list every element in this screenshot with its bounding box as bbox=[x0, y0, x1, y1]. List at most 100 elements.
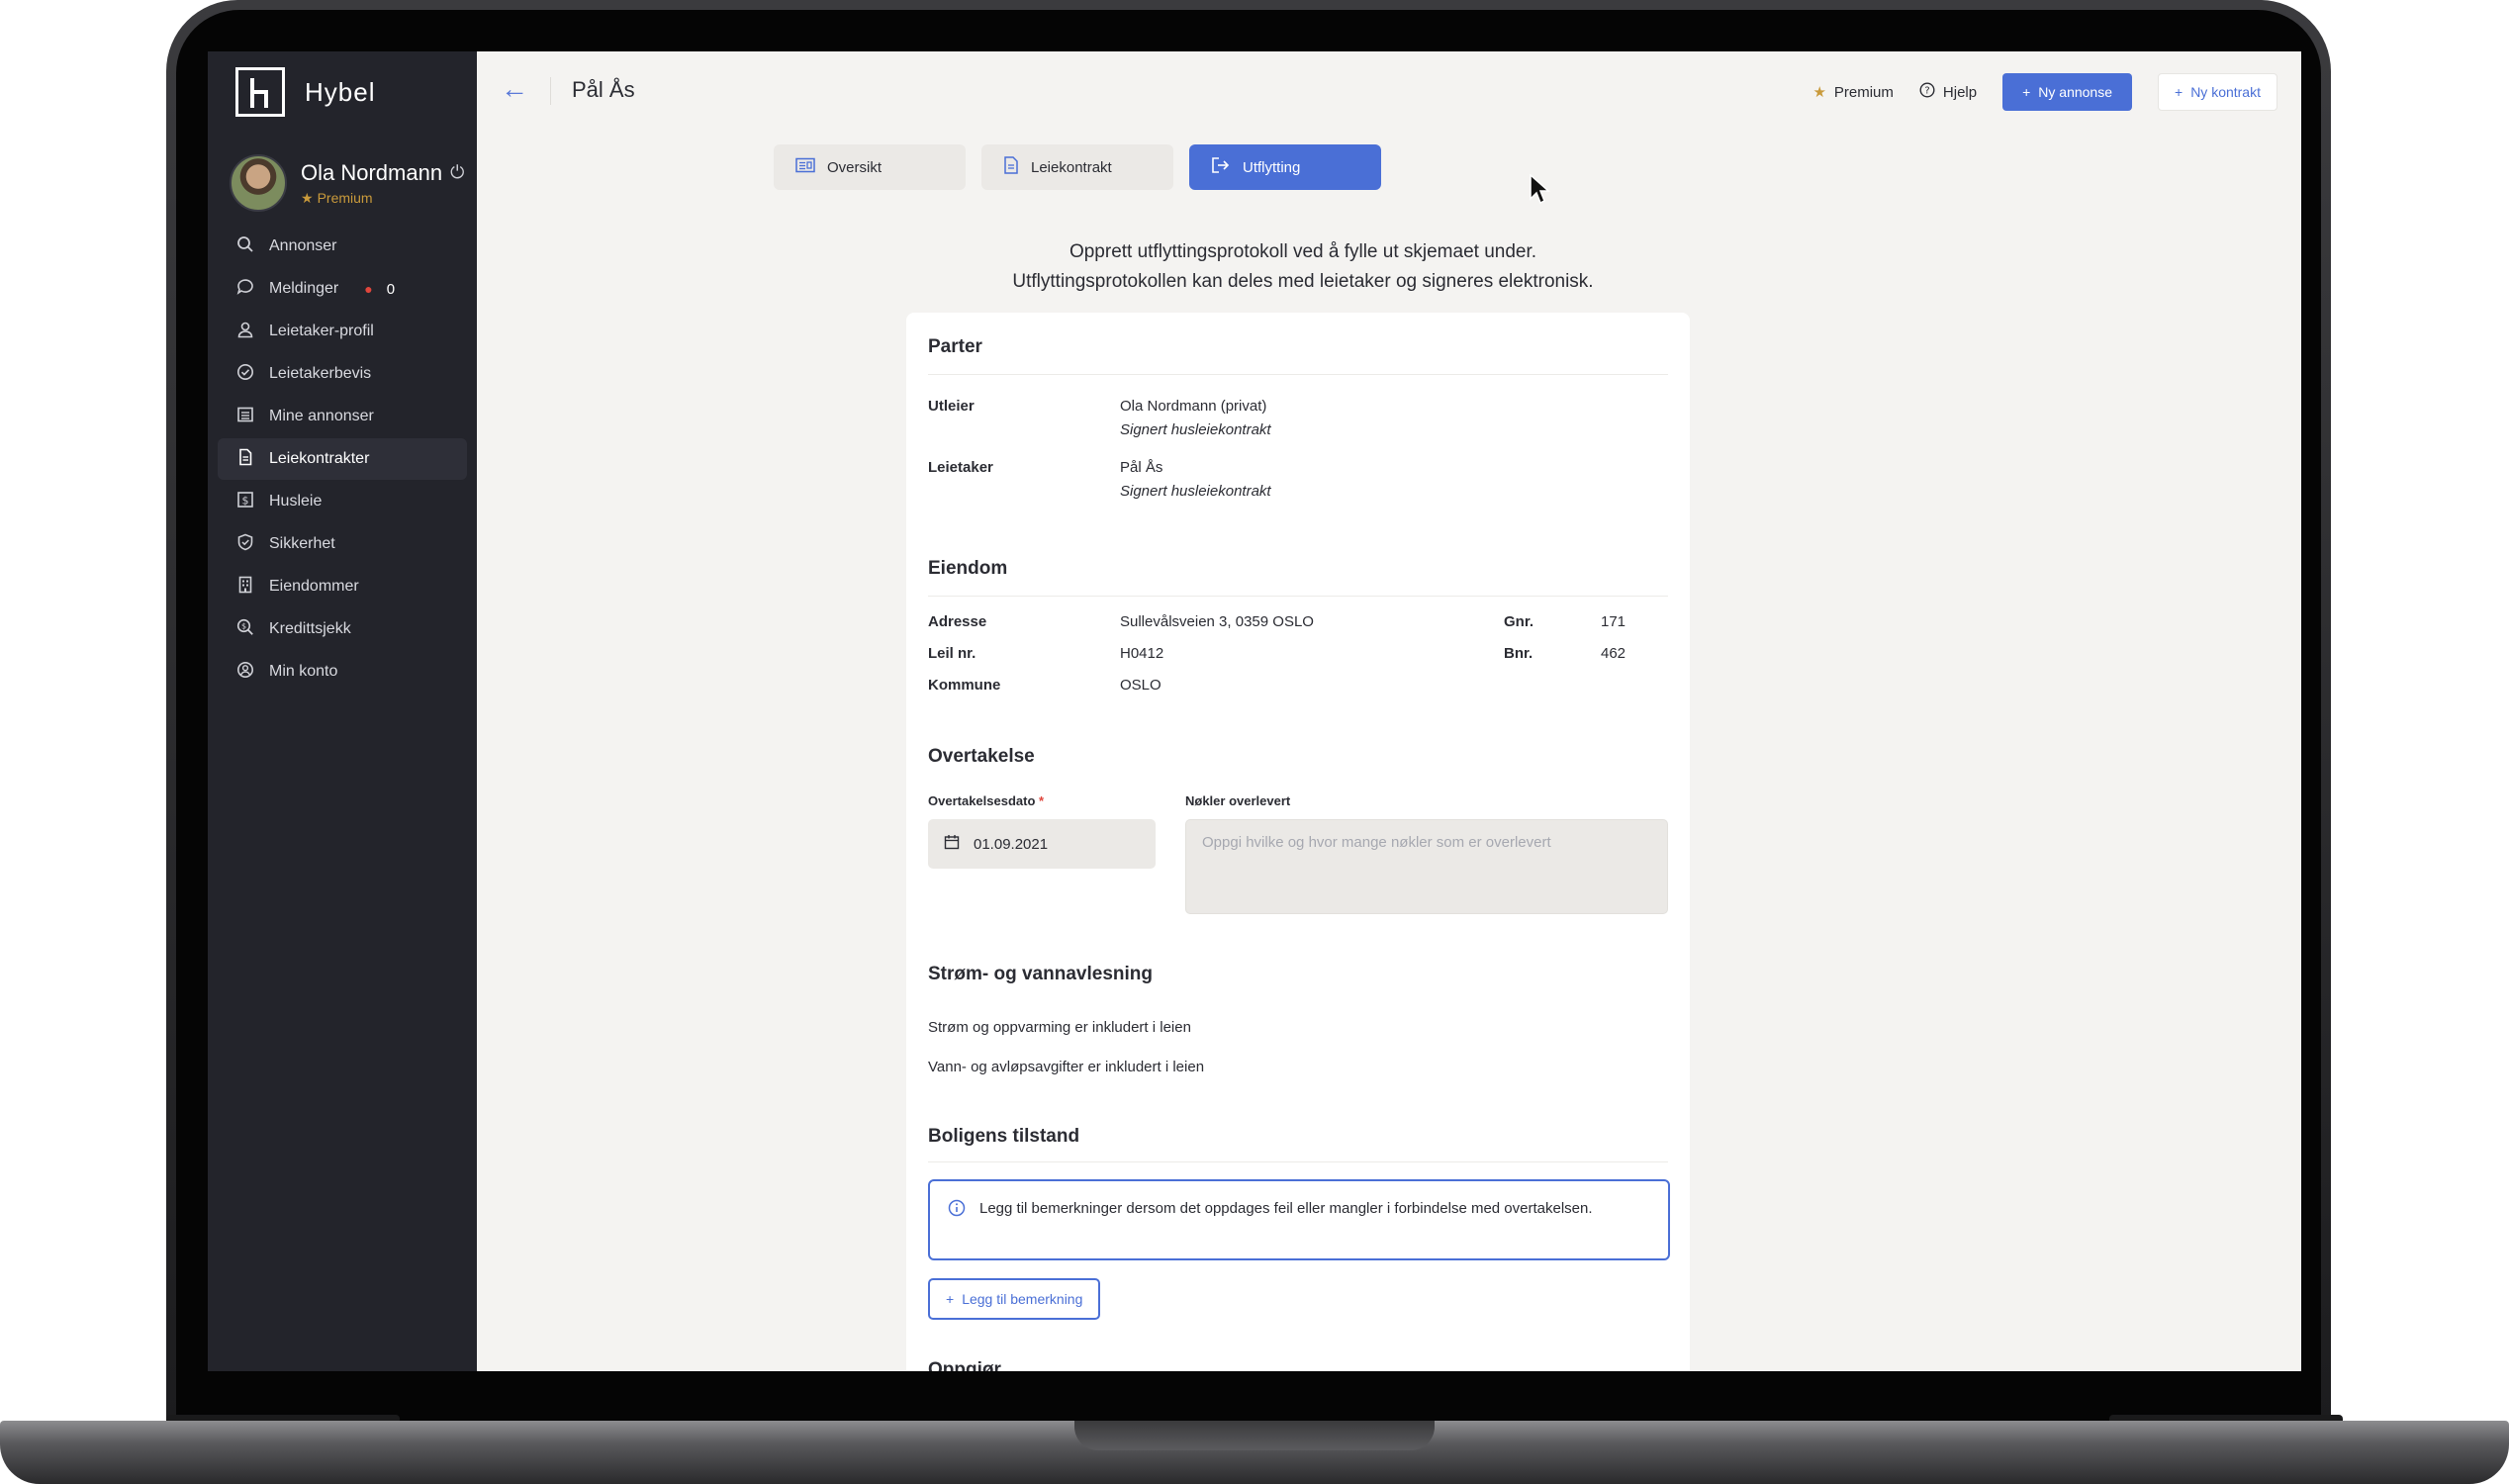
sidebar-item-sikkerhet[interactable]: Sikkerhet bbox=[218, 523, 467, 565]
tab-label: Leiekontrakt bbox=[1031, 158, 1112, 176]
sidebar-item-min-konto[interactable]: Min konto bbox=[218, 651, 467, 693]
section-title-strom: Strøm- og vannavlesning bbox=[928, 964, 1153, 984]
account-icon bbox=[235, 661, 255, 684]
leietaker-status: Signert husleiekontrakt bbox=[1120, 483, 1271, 500]
premium-link[interactable]: ★ Premium bbox=[1812, 83, 1893, 102]
new-ad-label: Ny annonse bbox=[2038, 84, 2112, 100]
keys-placeholder: Oppgi hvilke og hvor mange nøkler som er… bbox=[1202, 834, 1551, 851]
tab-oversikt[interactable]: Oversikt bbox=[774, 144, 966, 190]
gnr-value: 171 bbox=[1601, 613, 1626, 630]
info-callout: Legg til bemerkninger dersom det oppdage… bbox=[928, 1179, 1670, 1260]
date-label-text: Overtakelsesdato bbox=[928, 793, 1036, 808]
leietaker-label: Leietaker bbox=[928, 459, 993, 476]
help-link[interactable]: ? Hjelp bbox=[1919, 82, 1977, 102]
app-logo[interactable]: Hybel bbox=[235, 67, 375, 117]
laptop-notch bbox=[1074, 1421, 1435, 1450]
plus-icon: + bbox=[2022, 84, 2031, 100]
list-icon bbox=[235, 406, 255, 428]
leil-value: H0412 bbox=[1120, 645, 1164, 662]
add-remark-button[interactable]: + Legg til bemerkning bbox=[928, 1278, 1101, 1320]
section-title-tilstand: Boligens tilstand bbox=[928, 1126, 1080, 1147]
bnr-label: Bnr. bbox=[1504, 645, 1533, 662]
top-bar: ← Pål Ås ★ Premium ? Hjelp + Ny annonse … bbox=[477, 51, 2301, 131]
document-icon bbox=[1003, 156, 1019, 178]
intro-line-1: Opprett utflyttingsprotokoll ved å fylle… bbox=[1069, 241, 1537, 262]
info-icon bbox=[948, 1199, 966, 1223]
sidebar-item-mine-annonser[interactable]: Mine annonser bbox=[218, 396, 467, 437]
leil-label: Leil nr. bbox=[928, 645, 976, 662]
strom-line-1: Strøm og oppvarming er inkludert i leien bbox=[928, 1019, 1191, 1036]
sidebar-item-label: Leiekontrakter bbox=[269, 450, 370, 467]
search-icon bbox=[235, 235, 255, 258]
sidebar-nav: Annonser Meldinger ● 0 Leietaker-profil bbox=[218, 226, 467, 694]
power-icon[interactable]: ⏻ bbox=[450, 162, 464, 183]
date-input[interactable]: 01.09.2021 bbox=[928, 819, 1156, 869]
leietaker-name: Pål Ås bbox=[1120, 459, 1163, 476]
app-name: Hybel bbox=[305, 76, 376, 107]
star-icon: ★ bbox=[1812, 84, 1826, 101]
sidebar-item-label: Mine annonser bbox=[269, 408, 374, 424]
sidebar-item-label: Leietaker-profil bbox=[269, 323, 374, 339]
tab-bar: Oversikt Leiekontrakt Utflytting bbox=[774, 144, 1381, 190]
divider bbox=[550, 77, 551, 105]
sidebar-item-husleie[interactable]: $ Husleie bbox=[218, 481, 467, 522]
new-contract-label: Ny kontrakt bbox=[2190, 84, 2261, 100]
utleier-name: Ola Nordmann (privat) bbox=[1120, 398, 1267, 415]
sidebar-item-leietaker-profil[interactable]: Leietaker-profil bbox=[218, 311, 467, 352]
svg-text:$: $ bbox=[242, 494, 249, 507]
chat-icon bbox=[235, 278, 255, 301]
building-icon bbox=[235, 576, 255, 599]
exit-icon bbox=[1211, 156, 1231, 178]
back-arrow-icon[interactable]: ← bbox=[501, 73, 528, 105]
sidebar-item-label: Eiendommer bbox=[269, 578, 359, 595]
sidebar-item-kredittsjekk[interactable]: $ Kredittsjekk bbox=[218, 608, 467, 650]
intro-text: Opprett utflyttingsprotokoll ved å fylle… bbox=[774, 237, 1832, 297]
section-title-eiendom: Eiendom bbox=[928, 558, 1008, 579]
svg-text:?: ? bbox=[1924, 86, 1929, 97]
new-ad-button[interactable]: + Ny annonse bbox=[2002, 73, 2132, 111]
sidebar-item-annonser[interactable]: Annonser bbox=[218, 226, 467, 267]
info-text: Legg til bemerkninger dersom det oppdage… bbox=[979, 1200, 1593, 1217]
user-tier: Premium bbox=[317, 190, 373, 206]
unread-dot-icon: ● bbox=[364, 281, 373, 297]
tab-label: Utflytting bbox=[1243, 158, 1301, 176]
bnr-value: 462 bbox=[1601, 645, 1626, 662]
overview-icon bbox=[795, 157, 815, 177]
kommune-value: OSLO bbox=[1120, 677, 1162, 694]
plus-icon: + bbox=[946, 1291, 955, 1307]
tab-utflytting[interactable]: Utflytting bbox=[1189, 144, 1381, 190]
gnr-label: Gnr. bbox=[1504, 613, 1534, 630]
adresse-value: Sullevålsveien 3, 0359 OSLO bbox=[1120, 613, 1314, 630]
section-title-oppgjor: Oppgjør bbox=[928, 1359, 1001, 1371]
help-icon: ? bbox=[1919, 82, 1935, 102]
help-label: Hjelp bbox=[1942, 83, 1978, 101]
intro-line-2: Utflyttingsprotokollen kan deles med lei… bbox=[1012, 271, 1594, 292]
section-divider bbox=[928, 374, 1668, 375]
tab-leiekontrakt[interactable]: Leiekontrakt bbox=[981, 144, 1173, 190]
section-divider bbox=[928, 596, 1668, 597]
sidebar-item-label: Min konto bbox=[269, 663, 338, 680]
adresse-label: Adresse bbox=[928, 613, 987, 630]
section-title-parter: Parter bbox=[928, 336, 982, 357]
sidebar-item-leiekontrakter[interactable]: Leiekontrakter bbox=[218, 438, 467, 480]
user-profile[interactable]: Ola Nordmann ⏻ ★ Premium bbox=[230, 154, 464, 212]
add-remark-label: Legg til bemerkning bbox=[962, 1291, 1083, 1307]
page-title: Pål Ås bbox=[572, 77, 635, 102]
sidebar-item-eiendommer[interactable]: Eiendommer bbox=[218, 566, 467, 607]
screen: Hybel Ola Nordmann ⏻ ★ Premium Annonser … bbox=[208, 51, 2301, 1371]
user-name: Ola Nordmann bbox=[301, 159, 443, 185]
sidebar-item-leietakerbevis[interactable]: Leietakerbevis bbox=[218, 353, 467, 395]
shield-icon bbox=[235, 533, 255, 556]
utleier-status: Signert husleiekontrakt bbox=[1120, 421, 1271, 438]
section-title-overtakelse: Overtakelse bbox=[928, 746, 1035, 767]
user-icon bbox=[235, 321, 255, 343]
sidebar-item-meldinger[interactable]: Meldinger ● 0 bbox=[218, 268, 467, 310]
avatar[interactable] bbox=[230, 154, 287, 212]
keys-textarea[interactable]: Oppgi hvilke og hvor mange nøkler som er… bbox=[1185, 819, 1668, 914]
tab-label: Oversikt bbox=[827, 158, 883, 176]
keys-field-label: Nøkler overlevert bbox=[1185, 793, 1291, 808]
new-contract-button[interactable]: + Ny kontrakt bbox=[2158, 73, 2277, 111]
document-icon bbox=[235, 448, 255, 471]
protocol-form: Parter Utleier Ola Nordmann (privat) Sig… bbox=[906, 313, 1690, 1371]
plus-icon: + bbox=[2175, 84, 2184, 100]
